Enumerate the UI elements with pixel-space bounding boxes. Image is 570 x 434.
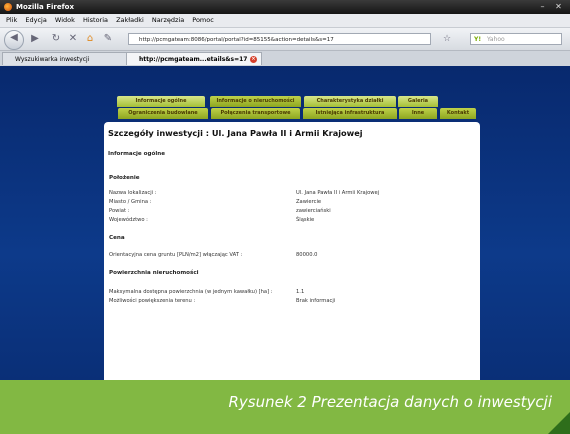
reload-button[interactable]: ↻ — [50, 32, 62, 46]
county-label: Powiat : — [109, 208, 130, 214]
stop-button[interactable]: ✕ — [67, 32, 79, 46]
menu-tools[interactable]: Narzędzia — [152, 14, 184, 27]
menu-bookmarks[interactable]: Zakładki — [116, 14, 144, 27]
location-name-label: Nazwa lokalizacji : — [109, 190, 157, 196]
back-arrow-icon: ◀ — [10, 32, 18, 43]
search-placeholder: Yahoo — [487, 36, 505, 43]
wrench-icon: ✎ — [103, 33, 113, 44]
nav-tab-other[interactable]: Inne — [399, 108, 437, 119]
price-label: Orientacyjna cena gruntu [PLN/m2] włącza… — [109, 252, 243, 258]
browser-tab-label: http://pcmgateam...etails&s=17 — [139, 56, 248, 63]
menu-edit[interactable]: Edycja — [25, 14, 46, 27]
menu-view[interactable]: Widok — [55, 14, 75, 27]
nav-tab-contact[interactable]: Kontakt — [440, 108, 476, 119]
max-area-label: Maksymalna dostępna powierzchnia (w jedn… — [109, 289, 273, 295]
star-icon: ☆ — [442, 34, 452, 44]
menu-help[interactable]: Pomoc — [192, 14, 214, 27]
figure-caption: Rysunek 2 Prezentacja danych o inwestycj… — [228, 393, 552, 411]
nav-tab-general-info[interactable]: Informacje ogólne — [117, 96, 205, 107]
search-box[interactable]: Y! Yahoo — [470, 33, 562, 45]
yahoo-icon: Y! — [474, 36, 482, 43]
navigation-toolbar: ◀ ▶ ↻ ✕ ⌂ ✎ http://pcmgateam:8086/portal… — [0, 28, 570, 51]
details-panel: Szczegóły inwestycji : Ul. Jana Pawła II… — [104, 122, 480, 380]
expansion-value: Brak informacji — [296, 298, 336, 304]
voivodeship-label: Województwo : — [109, 217, 148, 223]
menu-history[interactable]: Historia — [83, 14, 108, 27]
bookmark-star-button[interactable]: ☆ — [440, 32, 454, 46]
corner-decoration — [548, 412, 570, 434]
section-general-heading: Informacje ogólne — [108, 151, 166, 157]
browser-tab-bar: Wyszukiwarka inwestycji http://pcmgateam… — [0, 51, 570, 67]
nav-tab-transport-connections[interactable]: Połączenia transportowe — [211, 108, 300, 119]
window-title: Mozilla Firefox — [16, 3, 74, 11]
reload-icon: ↻ — [51, 33, 61, 44]
section-location-heading: Położenie — [109, 175, 140, 181]
url-text: http://pcmgateam:8086/portal/portal?id=8… — [139, 37, 334, 43]
location-name-value: Ul. Jana Pawła II i Armii Krajowej — [296, 190, 380, 196]
city-label: Miasto / Gmina : — [109, 199, 152, 205]
section-price-heading: Cena — [109, 235, 125, 241]
close-window-button[interactable]: ✕ — [553, 2, 564, 12]
forward-button[interactable]: ▶ — [30, 32, 40, 46]
menu-bar: Plik Edycja Widok Historia Zakładki Narz… — [0, 14, 570, 28]
nav-tab-building-restrictions[interactable]: Ograniczenia budowlane — [118, 108, 208, 119]
page-title: Szczegóły inwestycji : Ul. Jana Pawła II… — [108, 128, 363, 138]
back-button[interactable]: ◀ — [4, 30, 24, 50]
county-value: zawierciański — [296, 208, 331, 214]
price-value: 80000.0 — [296, 252, 318, 258]
tools-button[interactable]: ✎ — [102, 32, 114, 46]
city-value: Zawiercie — [296, 199, 322, 205]
nav-tab-plot-characteristics[interactable]: Charakterystyka działki — [304, 96, 396, 107]
close-tab-icon[interactable]: × — [250, 56, 257, 63]
forward-arrow-icon: ▶ — [31, 33, 39, 44]
address-bar[interactable]: http://pcmgateam:8086/portal/portal?id=8… — [128, 33, 431, 45]
browser-tab-label: Wyszukiwarka inwestycji — [15, 56, 90, 63]
home-button[interactable]: ⌂ — [84, 32, 96, 46]
expansion-label: Możliwości powiększenia terenu : — [109, 298, 196, 304]
menu-file[interactable]: Plik — [6, 14, 17, 27]
section-area-heading: Powierzchnia nieruchomości — [109, 270, 199, 276]
nav-tab-gallery[interactable]: Galeria — [398, 96, 438, 107]
figure-caption-bar: Rysunek 2 Prezentacja danych o inwestycj… — [0, 380, 570, 434]
window-titlebar: Mozilla Firefox – ✕ — [0, 0, 570, 14]
nav-tab-existing-infrastructure[interactable]: Istniejąca infrastruktura — [303, 108, 397, 119]
voivodeship-value: Śląskie — [296, 217, 315, 223]
firefox-logo-icon — [4, 3, 12, 11]
max-area-value: 1.1 — [296, 289, 305, 295]
stop-icon: ✕ — [68, 33, 78, 44]
browser-tab-details[interactable]: http://pcmgateam...etails&s=17 × — [126, 52, 262, 65]
home-icon: ⌂ — [86, 33, 94, 44]
nav-tab-property-info[interactable]: Informacje o nieruchomości — [210, 96, 301, 107]
minimize-button[interactable]: – — [537, 2, 548, 12]
